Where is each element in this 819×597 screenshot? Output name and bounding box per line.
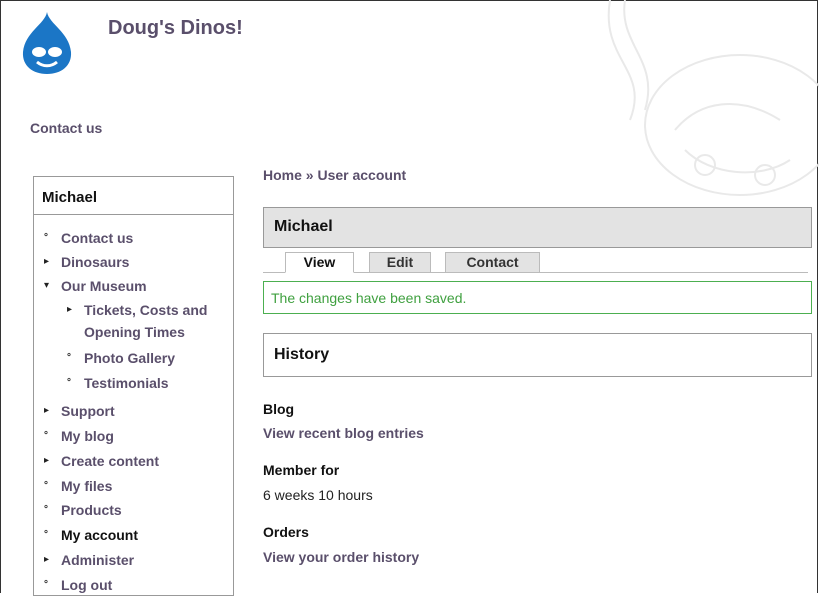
circle-bullet-icon: °	[44, 480, 48, 491]
sidebar-item-photo-gallery[interactable]: ° Photo Gallery	[67, 346, 176, 370]
sidebar-item-create-content[interactable]: ▸ Create content	[44, 449, 160, 473]
blog-heading: Blog	[263, 401, 295, 417]
sidebar-item-label: My files	[61, 478, 113, 494]
sidebar-item-label: Products	[61, 502, 122, 518]
sidebar-item-administer[interactable]: ▸ Administer	[44, 548, 135, 572]
tab-contact[interactable]: Contact	[445, 252, 540, 273]
sidebar-item-support[interactable]: ▸ Support	[44, 399, 115, 423]
circle-bullet-icon: °	[44, 504, 48, 515]
sidebar-item-dinosaurs[interactable]: ▸ Dinosaurs	[44, 250, 130, 274]
sidebar-item-log-out[interactable]: ° Log out	[44, 573, 113, 597]
sidebar-item-my-blog[interactable]: ° My blog	[44, 424, 114, 448]
circle-bullet-icon: °	[44, 232, 48, 243]
member-for-heading: Member for	[263, 462, 340, 478]
primary-link-contact[interactable]: Contact us	[30, 120, 102, 136]
orders-link[interactable]: View your order history	[263, 549, 419, 565]
circle-bullet-icon: °	[67, 352, 71, 363]
sidebar-item-label-line2: Opening Times	[84, 324, 185, 340]
sidebar-item-testimonials[interactable]: ° Testimonials	[67, 371, 169, 395]
breadcrumb[interactable]: Home » User account	[263, 167, 406, 183]
sidebar-item-contact-us[interactable]: ° Contact us	[44, 226, 134, 250]
sidebar-block: Michael ° Contact us ▸ Dinosaurs ▾ Our Muse…	[33, 176, 234, 596]
orders-heading: Orders	[263, 524, 309, 540]
collapsed-arrow-icon: ▸	[44, 405, 50, 416]
sidebar-item-label: Support	[61, 403, 115, 419]
tab-edit[interactable]: Edit	[369, 252, 431, 273]
member-for-value: 6 weeks 10 hours	[263, 487, 373, 503]
tab-view[interactable]: View	[285, 252, 354, 273]
sidebar-item-label: Contact us	[61, 230, 134, 246]
collapsed-arrow-icon: ▸	[44, 256, 50, 267]
sidebar-item-label: Our Museum	[61, 278, 147, 294]
history-title: History	[263, 333, 812, 377]
collapsed-arrow-icon: ▸	[44, 554, 50, 565]
circle-bullet-icon: °	[67, 377, 71, 388]
status-message: The changes have been saved.	[263, 281, 812, 314]
sidebar-item-products[interactable]: ° Products	[44, 498, 122, 522]
circle-bullet-icon: °	[44, 579, 48, 590]
drupal-watermark-icon	[607, 0, 819, 196]
expanded-arrow-icon: ▾	[44, 280, 50, 291]
sidebar-title: Michael	[34, 177, 233, 215]
sidebar-item-label: Administer	[61, 552, 135, 568]
circle-bullet-icon: °	[44, 430, 48, 441]
collapsed-arrow-icon: ▸	[44, 455, 50, 466]
site-name[interactable]: Doug's Dinos!	[108, 17, 243, 40]
sidebar-item-label: Create content	[61, 453, 160, 469]
circle-bullet-icon: °	[44, 529, 48, 540]
blog-link[interactable]: View recent blog entries	[263, 425, 424, 441]
sidebar-item-label: Log out	[61, 577, 113, 593]
sidebar-item-label: Testimonials	[84, 375, 169, 391]
sidebar-item-label: Dinosaurs	[61, 254, 130, 270]
sidebar-item-label: My blog	[61, 428, 114, 444]
sidebar-item-label: My account	[61, 527, 139, 543]
sidebar-item-label: Tickets, Costs and	[84, 302, 208, 318]
sidebar-item-tickets[interactable]: ▸ Tickets, Costs and Opening Times	[67, 299, 208, 343]
sidebar-item-label: Photo Gallery	[84, 350, 176, 366]
sidebar-item-my-files[interactable]: ° My files	[44, 474, 113, 498]
sidebar-item-our-museum[interactable]: ▾ Our Museum	[44, 274, 147, 298]
drupal-logo-icon	[22, 12, 72, 74]
sidebar-item-my-account[interactable]: ° My account	[44, 523, 139, 547]
collapsed-arrow-icon: ▸	[67, 304, 73, 315]
page-title: Michael	[263, 207, 812, 248]
